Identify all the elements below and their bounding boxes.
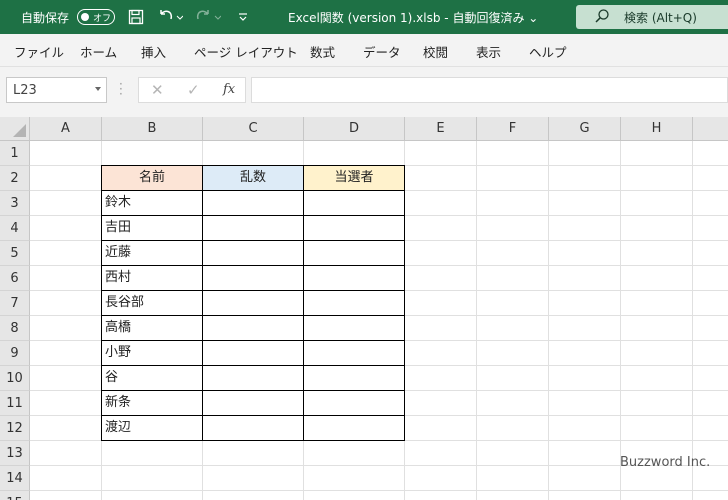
row-header-5[interactable]: 5 <box>0 241 30 266</box>
customize-icon[interactable] <box>232 6 254 28</box>
winner-cell[interactable] <box>304 366 405 391</box>
table-header-name[interactable]: 名前 <box>102 166 203 191</box>
gridline <box>30 490 728 491</box>
winner-cell[interactable] <box>304 266 405 291</box>
random-cell[interactable] <box>203 391 304 416</box>
ribbon-tabs: ファイル ホーム 挿入 ページ レイアウト 数式 データ 校閲 表示 ヘルプ <box>0 34 728 67</box>
name-cell[interactable]: 鈴木 <box>102 191 203 216</box>
name-cell[interactable]: 近藤 <box>102 241 203 266</box>
column-header-e[interactable]: E <box>405 117 477 141</box>
row-header-14[interactable]: 14 <box>0 466 30 491</box>
table-header-random[interactable]: 乱数 <box>203 166 304 191</box>
column-header-a[interactable]: A <box>30 117 102 141</box>
gridline <box>692 141 693 500</box>
name-cell[interactable]: 小野 <box>102 341 203 366</box>
select-all-icon <box>13 124 26 137</box>
name-cell[interactable]: 長谷部 <box>102 291 203 316</box>
column-header-partial[interactable] <box>693 117 728 141</box>
search-box[interactable]: 検索 (Alt+Q) <box>576 5 728 29</box>
tab-insert[interactable]: 挿入 <box>141 42 166 61</box>
drag-handle-icon[interactable]: · · · <box>119 78 123 100</box>
winner-cell[interactable] <box>304 416 405 441</box>
random-cell[interactable] <box>203 241 304 266</box>
title-bar: 自動保存 オフ Excel関数 (version 1).xlsb - 自動回復済… <box>0 0 728 34</box>
winner-cell[interactable] <box>304 291 405 316</box>
row-header-4[interactable]: 4 <box>0 216 30 241</box>
random-cell[interactable] <box>203 416 304 441</box>
row-header-15[interactable]: 15 <box>0 491 30 500</box>
search-icon <box>594 8 610 24</box>
winner-cell[interactable] <box>304 216 405 241</box>
random-cell[interactable] <box>203 341 304 366</box>
name-cell[interactable]: 谷 <box>102 366 203 391</box>
column-header-b[interactable]: B <box>102 117 203 141</box>
name-box[interactable]: L23 <box>6 77 107 103</box>
spreadsheet-grid[interactable]: A B C D E F G H 1 2 3 4 5 6 7 8 9 10 11 … <box>0 117 728 500</box>
gridline <box>620 141 621 500</box>
column-header-c[interactable]: C <box>203 117 304 141</box>
save-icon[interactable] <box>125 6 147 28</box>
winner-cell[interactable] <box>304 191 405 216</box>
tab-file[interactable]: ファイル <box>14 42 64 61</box>
name-cell[interactable]: 西村 <box>102 266 203 291</box>
name-cell[interactable]: 高橋 <box>102 316 203 341</box>
name-cell[interactable]: 渡辺 <box>102 416 203 441</box>
name-box-value: L23 <box>13 83 37 98</box>
row-header-12[interactable]: 12 <box>0 416 30 441</box>
tab-home[interactable]: ホーム <box>80 42 117 61</box>
table-header-winner[interactable]: 当選者 <box>304 166 405 191</box>
tab-review[interactable]: 校閲 <box>423 42 448 61</box>
winner-cell[interactable] <box>304 316 405 341</box>
autosave-label: 自動保存 <box>21 11 70 25</box>
winner-cell[interactable] <box>304 341 405 366</box>
redo-icon[interactable] <box>193 6 223 28</box>
row-header-11[interactable]: 11 <box>0 391 30 416</box>
tab-help[interactable]: ヘルプ <box>529 42 567 61</box>
column-header-g[interactable]: G <box>549 117 621 141</box>
row-header-13[interactable]: 13 <box>0 441 30 466</box>
winner-cell[interactable] <box>304 391 405 416</box>
search-placeholder: 検索 (Alt+Q) <box>624 11 697 25</box>
row-header-8[interactable]: 8 <box>0 316 30 341</box>
watermark: Buzzword Inc. <box>620 455 711 470</box>
undo-icon[interactable] <box>155 6 185 28</box>
cancel-icon[interactable]: ✕ <box>151 81 164 99</box>
enter-icon[interactable]: ✓ <box>187 81 200 99</box>
tab-view[interactable]: 表示 <box>476 42 501 61</box>
random-cell[interactable] <box>203 266 304 291</box>
tab-page-layout[interactable]: ページ レイアウト <box>194 42 298 61</box>
random-cell[interactable] <box>203 191 304 216</box>
name-cell[interactable]: 吉田 <box>102 216 203 241</box>
random-cell[interactable] <box>203 216 304 241</box>
row-header-3[interactable]: 3 <box>0 191 30 216</box>
random-cell[interactable] <box>203 316 304 341</box>
document-title: Excel関数 (version 1).xlsb - 自動回復済み ⌄ <box>288 11 539 25</box>
row-header-10[interactable]: 10 <box>0 366 30 391</box>
column-header-f[interactable]: F <box>477 117 549 141</box>
column-header-h[interactable]: H <box>621 117 693 141</box>
tab-data[interactable]: データ <box>363 42 401 61</box>
winner-cell[interactable] <box>304 241 405 266</box>
autosave-state: オフ <box>93 14 112 24</box>
autosave-toggle[interactable]: オフ <box>77 9 115 25</box>
random-cell[interactable] <box>203 291 304 316</box>
row-header-9[interactable]: 9 <box>0 341 30 366</box>
toggle-knob <box>81 13 89 21</box>
random-cell[interactable] <box>203 366 304 391</box>
gridline <box>548 141 549 500</box>
tab-formulas[interactable]: 数式 <box>310 42 335 61</box>
formula-buttons: ✕ ✓ fx <box>138 77 246 103</box>
gridline <box>476 141 477 500</box>
row-header-6[interactable]: 6 <box>0 266 30 291</box>
insert-function-icon[interactable]: fx <box>223 82 235 97</box>
row-header-7[interactable]: 7 <box>0 291 30 316</box>
select-all-button[interactable] <box>0 117 30 141</box>
formula-bar: L23 · · · ✕ ✓ fx <box>0 67 728 117</box>
formula-input[interactable] <box>251 77 728 103</box>
column-header-d[interactable]: D <box>304 117 405 141</box>
chevron-down-icon[interactable] <box>95 87 101 91</box>
row-header-2[interactable]: 2 <box>0 166 30 191</box>
row-header-1[interactable]: 1 <box>0 141 30 166</box>
name-cell[interactable]: 新条 <box>102 391 203 416</box>
